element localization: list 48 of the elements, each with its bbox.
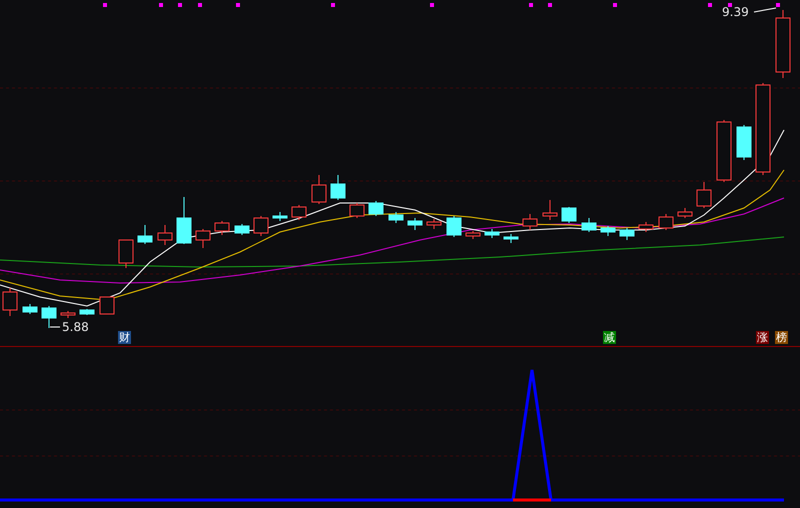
candlestick (426, 218, 442, 230)
candlestick (678, 208, 692, 218)
candlestick (620, 228, 634, 240)
signal-tag: 减 (603, 331, 616, 344)
candlestick (100, 296, 114, 314)
candlestick (312, 174, 326, 204)
candlestick (582, 218, 596, 232)
candlestick (504, 234, 518, 244)
candlestick (22, 304, 38, 314)
candlestick (2, 288, 18, 316)
low-price-label: 5.88 (62, 320, 89, 334)
candlestick (696, 182, 712, 208)
signal-tag: 财 (118, 331, 131, 344)
candlestick (446, 216, 462, 238)
candlestick (254, 216, 268, 236)
candlestick (408, 218, 422, 230)
candlestick (388, 212, 404, 224)
leader-line (754, 8, 776, 12)
signal-tag: 榜 (775, 331, 788, 344)
candlestick (272, 212, 288, 222)
high-price-label: 9.39 (722, 5, 749, 19)
candlestick (196, 228, 210, 248)
candlestick (716, 120, 732, 182)
candlestick (562, 206, 576, 224)
leader-line (50, 326, 60, 328)
candlestick (542, 200, 558, 220)
candlestick (42, 306, 56, 328)
candlestick (368, 200, 384, 216)
indicator-segment (513, 498, 551, 502)
candlestick (158, 224, 172, 246)
candlestick (522, 214, 538, 230)
candlestick (138, 224, 152, 244)
signal-tag: 涨 (756, 331, 769, 344)
candlestick (330, 174, 346, 200)
candlestick (466, 230, 480, 240)
candlestick (658, 214, 674, 230)
candlestick (80, 308, 94, 316)
candlestick (292, 204, 306, 220)
candlestick (118, 240, 134, 268)
candlestick (484, 228, 500, 238)
candlestick (214, 220, 230, 236)
candlestick (350, 202, 364, 218)
candlestick (600, 226, 616, 236)
candlestick (234, 224, 250, 236)
candlestick (776, 10, 790, 78)
candlestick (736, 124, 752, 160)
candlestick (176, 196, 192, 244)
candlestick (638, 222, 654, 232)
